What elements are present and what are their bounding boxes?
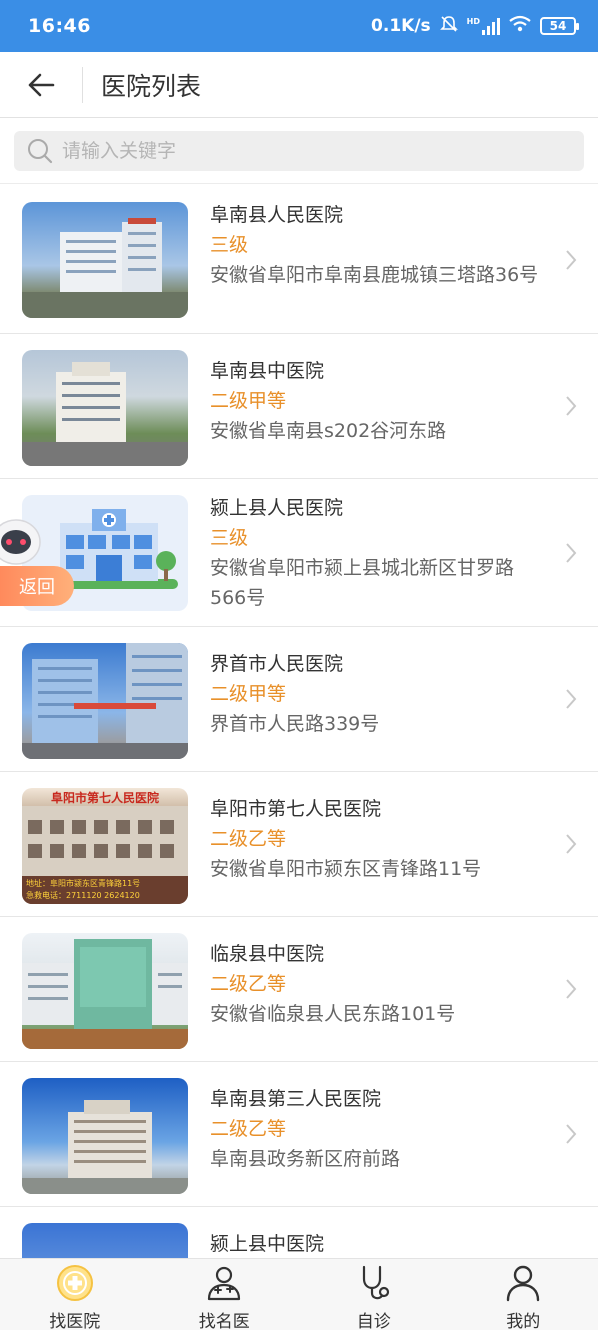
chevron-right-icon <box>566 396 577 416</box>
tab-self-diagnosis[interactable]: 自诊 <box>299 1259 449 1330</box>
tab-label: 找名医 <box>198 1312 250 1330</box>
chevron-right-icon <box>566 542 577 563</box>
search-icon <box>28 139 53 164</box>
hospital-info: 阜阳市第七人民医院 二级乙等 安徽省阜阳市颍东区青锋路11号 <box>210 794 550 884</box>
search-section <box>0 118 598 184</box>
nav-bar: 医院列表 <box>0 52 598 118</box>
hospital-address: 安徽省临泉县人民东路101号 <box>210 1003 456 1025</box>
hospital-name: 颍上县人民医院 <box>210 497 344 519</box>
robot-mascot-icon[interactable] <box>0 512 44 570</box>
stethoscope-icon <box>362 1265 389 1300</box>
doctor-icon <box>208 1266 241 1301</box>
tab-find-doctor[interactable]: 找名医 <box>150 1259 300 1330</box>
hospital-info: 阜南县中医院 二级甲等 安徽省阜南县s202谷河东路 <box>210 356 550 446</box>
hospital-info: 阜南县第三人民医院 二级乙等 阜南县政务新区府前路 <box>210 1084 550 1174</box>
float-back-button[interactable]: 返回 <box>0 566 74 606</box>
status-icons: 0.1K/s HD 54 <box>371 14 579 39</box>
tab-label: 自诊 <box>356 1312 391 1330</box>
status-bar: 16:46 0.1K/s HD 54 <box>0 0 598 52</box>
hospital-address: 阜南县政务新区府前路 <box>210 1148 401 1170</box>
hospital-item[interactable]: 阜阳市第七人民医院 地址：阜阳市颍东区青锋路11号 急救电话：2711120 2… <box>0 772 598 917</box>
hospital-info: 界首市人民医院 二级甲等 界首市人民路339号 <box>210 649 550 739</box>
hospital-level: 二级乙等 <box>210 1118 287 1140</box>
hospital-address: 安徽省阜阳市颍东区青锋路11号 <box>210 858 482 880</box>
tab-mine[interactable]: 我的 <box>449 1259 598 1330</box>
wifi-icon <box>508 15 532 38</box>
hospital-item[interactable]: 阜南县第三人民医院 二级乙等 阜南县政务新区府前路 <box>0 1062 598 1207</box>
chevron-right-icon <box>566 834 577 854</box>
battery-icon: 54 <box>540 17 579 35</box>
hospital-name: 临泉县中医院 <box>210 943 325 965</box>
hospital-info: 颍上县人民医院 三级 安徽省阜阳市颍上县城北新区甘罗路566号 <box>210 493 550 613</box>
hospital-level: 二级甲等 <box>210 390 287 412</box>
page-title: 医院列表 <box>101 71 202 101</box>
hospital-level: 三级 <box>210 234 249 256</box>
hospital-level: 三级 <box>210 527 249 549</box>
hospital-info: 临泉县中医院 二级乙等 安徽省临泉县人民东路101号 <box>210 939 550 1029</box>
hospital-item[interactable]: 颍上县人民医院 三级 安徽省阜阳市颍上县城北新区甘罗路566号 <box>0 479 598 627</box>
chevron-right-icon <box>566 979 577 999</box>
hospital-photo <box>22 1078 188 1194</box>
photo-caption-phone: 急救电话：2711120 2624120 <box>26 890 140 900</box>
hospital-address: 界首市人民路339号 <box>210 713 380 735</box>
search-input[interactable] <box>62 140 562 162</box>
hospital-name: 阜南县人民医院 <box>210 204 344 226</box>
hospital-photo <box>22 643 188 759</box>
signal-icon: HD <box>467 17 500 35</box>
hospital-item[interactable]: 界首市人民医院 二级甲等 界首市人民路339号 <box>0 627 598 772</box>
hospital-photo: 阜阳市第七人民医院 地址：阜阳市颍东区青锋路11号 急救电话：2711120 2… <box>22 788 188 904</box>
hospital-photo <box>22 933 188 1049</box>
hd-label: HD <box>466 17 480 26</box>
hospital-photo <box>22 350 188 466</box>
hospital-level: 二级乙等 <box>210 828 287 850</box>
hospital-name: 颍上县中医院 <box>210 1233 325 1255</box>
chevron-right-icon <box>566 249 577 270</box>
mute-icon <box>439 14 459 39</box>
hospital-address: 安徽省阜南县s202谷河东路 <box>210 420 447 442</box>
search-box[interactable] <box>14 131 584 171</box>
tab-find-hospital[interactable]: 找医院 <box>0 1259 150 1330</box>
hospital-photo <box>22 202 188 318</box>
user-icon <box>507 1265 540 1302</box>
hospital-item[interactable]: 阜南县中医院 二级甲等 安徽省阜南县s202谷河东路 <box>0 334 598 479</box>
hospital-item[interactable]: 临泉县中医院 二级乙等 安徽省临泉县人民东路101号 <box>0 917 598 1062</box>
hospital-level: 二级乙等 <box>210 973 287 995</box>
hospital-address: 安徽省阜阳市阜南县鹿城镇三塔路36号 <box>210 264 539 286</box>
hospital-info: 颍上县中医院 <box>210 1229 550 1259</box>
hospital-cross-icon <box>56 1265 93 1301</box>
hospital-address: 安徽省阜阳市颍上县城北新区甘罗路566号 <box>210 557 515 609</box>
hospital-level: 二级甲等 <box>210 683 287 705</box>
bottom-tab-bar: 找医院 找名医 自诊 我的 <box>0 1258 598 1330</box>
hospital-name: 阜南县第三人民医院 <box>210 1088 382 1110</box>
nav-divider <box>82 66 83 103</box>
hospital-item[interactable]: 阜南县人民医院 三级 安徽省阜阳市阜南县鹿城镇三塔路36号 <box>0 186 598 334</box>
photo-caption-address: 地址：阜阳市颍东区青锋路11号 <box>26 878 140 888</box>
arrow-left-icon <box>28 73 55 96</box>
tab-label: 找医院 <box>49 1312 101 1330</box>
photo-sign-text: 阜阳市第七人民医院 <box>51 790 159 805</box>
hospital-name: 界首市人民医院 <box>210 653 344 675</box>
back-button[interactable] <box>0 52 82 118</box>
hospital-name: 阜南县中医院 <box>210 360 325 382</box>
tab-label: 我的 <box>506 1312 541 1330</box>
status-time: 16:46 <box>28 15 91 37</box>
chevron-right-icon <box>566 1124 577 1144</box>
hospital-list: 阜南县人民医院 三级 安徽省阜阳市阜南县鹿城镇三塔路36号 阜南县中医院 二级甲… <box>0 186 598 1330</box>
net-speed: 0.1K/s <box>371 16 431 36</box>
hospital-info: 阜南县人民医院 三级 安徽省阜阳市阜南县鹿城镇三塔路36号 <box>210 200 550 290</box>
chevron-right-icon <box>566 689 577 709</box>
hospital-name: 阜阳市第七人民医院 <box>210 798 382 820</box>
